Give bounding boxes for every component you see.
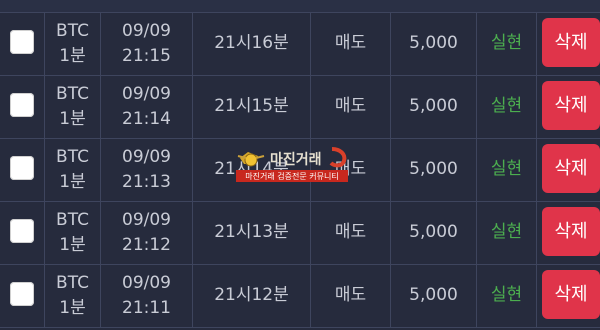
interval-label: 1분 (59, 298, 86, 318)
side-cell: 매도 (311, 13, 391, 75)
delete-button[interactable]: 삭제 (542, 81, 600, 130)
round-label: 21시16분 (214, 33, 289, 53)
interval-label: 1분 (59, 235, 86, 255)
select-cell (0, 76, 45, 138)
table-row: BTC 1분 09/09 21:12 21시13분 매도 5,000 실현 삭제 (0, 202, 600, 265)
select-cell (0, 202, 45, 264)
date-label: 09/09 (122, 21, 171, 41)
round-cell: 21시12분 (193, 265, 311, 327)
datetime-cell: 09/09 21:14 (101, 76, 193, 138)
select-cell (0, 139, 45, 201)
amount-label: 5,000 (409, 285, 458, 305)
side-cell: 매도 (311, 202, 391, 264)
row-checkbox[interactable] (10, 93, 34, 117)
amount-cell: 5,000 (391, 265, 477, 327)
datetime-cell: 09/09 21:12 (101, 202, 193, 264)
datetime-cell: 09/09 21:15 (101, 13, 193, 75)
action-cell: 삭제 (537, 76, 600, 138)
select-cell (0, 13, 45, 75)
round-label: 21시13분 (214, 222, 289, 242)
row-checkbox[interactable] (10, 156, 34, 180)
date-label: 09/09 (122, 147, 171, 167)
time-label: 21:13 (122, 172, 171, 192)
market-cell: BTC 1분 (45, 13, 101, 75)
amount-cell: 5,000 (391, 139, 477, 201)
status-label: 실현 (490, 96, 523, 116)
amount-label: 5,000 (409, 222, 458, 242)
time-label: 21:15 (122, 46, 171, 66)
coin-label: BTC (56, 21, 89, 41)
market-cell: BTC 1분 (45, 139, 101, 201)
table-row: BTC 1분 09/09 21:11 21시12분 매도 5,000 실현 삭제 (0, 265, 600, 328)
watermark-title: 마진거래 (270, 151, 322, 168)
side-label: 매도 (334, 33, 367, 53)
round-cell: 21시15분 (193, 76, 311, 138)
delete-button[interactable]: 삭제 (542, 18, 600, 67)
site-watermark-logo: 마진거래 마진거래 검증전문 커뮤니티 (236, 147, 348, 182)
round-cell: 21시13분 (193, 202, 311, 264)
status-label: 실현 (490, 285, 523, 305)
date-label: 09/09 (122, 210, 171, 230)
market-cell: BTC 1분 (45, 202, 101, 264)
amount-label: 5,000 (409, 96, 458, 116)
coin-label: BTC (56, 147, 89, 167)
amount-cell: 5,000 (391, 202, 477, 264)
coin-label: BTC (56, 273, 89, 293)
datetime-cell: 09/09 21:13 (101, 139, 193, 201)
status-label: 실현 (490, 159, 523, 179)
delete-button[interactable]: 삭제 (542, 207, 600, 256)
market-cell: BTC 1분 (45, 265, 101, 327)
status-label: 실현 (490, 222, 523, 242)
datetime-cell: 09/09 21:11 (101, 265, 193, 327)
interval-label: 1분 (59, 109, 86, 129)
status-label: 실현 (490, 33, 523, 53)
time-label: 21:11 (122, 298, 171, 318)
side-label: 매도 (334, 96, 367, 116)
select-cell (0, 265, 45, 327)
table-row: BTC 1분 09/09 21:14 21시15분 매도 5,000 실현 삭제 (0, 76, 600, 139)
table-row: BTC 1분 09/09 21:15 21시16분 매도 5,000 실현 삭제 (0, 13, 600, 76)
row-checkbox[interactable] (10, 282, 34, 306)
status-cell: 실현 (477, 139, 537, 201)
status-cell: 실현 (477, 202, 537, 264)
market-cell: BTC 1분 (45, 76, 101, 138)
action-cell: 삭제 (537, 13, 600, 75)
side-label: 매도 (334, 222, 367, 242)
row-checkbox[interactable] (10, 219, 34, 243)
status-cell: 실현 (477, 265, 537, 327)
table-header (0, 0, 600, 13)
date-label: 09/09 (122, 273, 171, 293)
amount-cell: 5,000 (391, 76, 477, 138)
amount-label: 5,000 (409, 159, 458, 179)
action-cell: 삭제 (537, 139, 600, 201)
side-cell: 매도 (311, 265, 391, 327)
amount-cell: 5,000 (391, 13, 477, 75)
delete-button[interactable]: 삭제 (542, 270, 600, 319)
badge-icon (237, 152, 265, 167)
row-checkbox[interactable] (10, 30, 34, 54)
action-cell: 삭제 (537, 202, 600, 264)
delete-button[interactable]: 삭제 (542, 144, 600, 193)
coin-label: BTC (56, 84, 89, 104)
side-label: 매도 (334, 285, 367, 305)
amount-label: 5,000 (409, 33, 458, 53)
coin-label: BTC (56, 210, 89, 230)
watermark-subtitle: 마진거래 검증전문 커뮤니티 (245, 171, 338, 181)
interval-label: 1분 (59, 46, 86, 66)
time-label: 21:14 (122, 109, 171, 129)
round-label: 21시15분 (214, 96, 289, 116)
action-cell: 삭제 (537, 265, 600, 327)
date-label: 09/09 (122, 84, 171, 104)
round-label: 21시12분 (214, 285, 289, 305)
status-cell: 실현 (477, 13, 537, 75)
status-cell: 실현 (477, 76, 537, 138)
round-cell: 21시16분 (193, 13, 311, 75)
side-cell: 매도 (311, 76, 391, 138)
interval-label: 1분 (59, 172, 86, 192)
time-label: 21:12 (122, 235, 171, 255)
